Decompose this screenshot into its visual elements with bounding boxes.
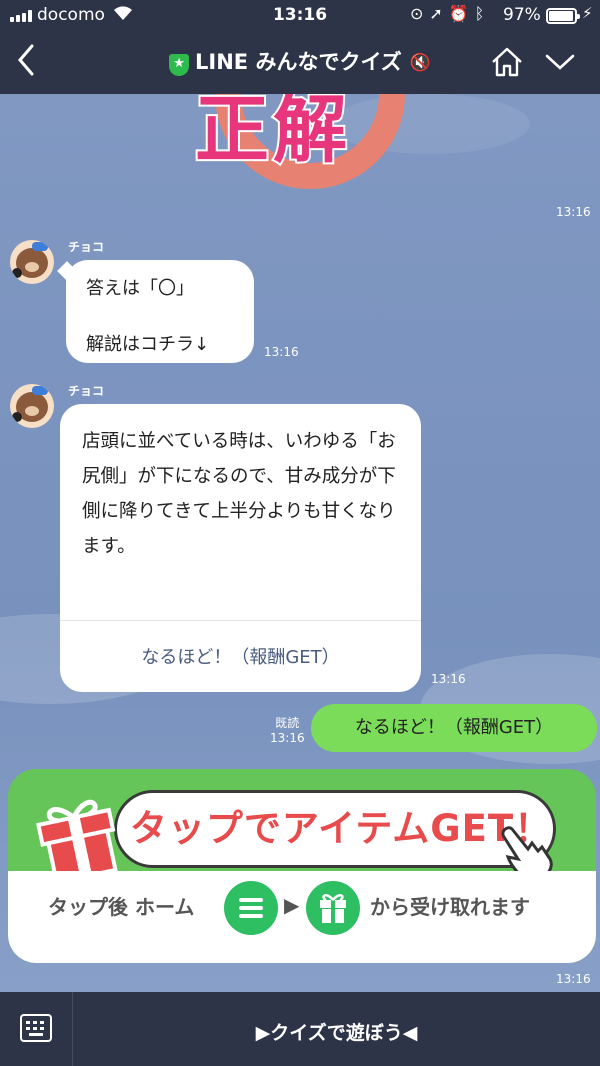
message-line: 答えは「〇」 [86,278,194,299]
play-quiz-button[interactable]: ▶クイズで遊ぼう◀ [73,1018,600,1045]
chat-area[interactable]: 正解 13:16 チョコ 答えは「〇」 解説はコチラ↓ 13:16 チョコ 店頭… [0,94,600,992]
mute-icon: 🔇 [409,53,431,73]
battery-percent: 97% [503,5,541,25]
home-button[interactable] [490,46,524,78]
menu-icon [224,881,278,935]
stamp-timestamp: 13:16 [556,205,591,219]
arrow-icon: ▶ [284,893,300,917]
chat-header: ★ LINE みんなでクイズ 🔇 [0,30,600,94]
banner-instructions: タップ後 ホーム ▶ から受け取れます [8,871,596,963]
chat-title-text: LINE みんなでクイズ [195,50,402,74]
status-icons: ⊙➚⏰ᛒ [410,4,490,23]
keyboard-toggle-button[interactable] [0,992,73,1066]
explanation-text: 店頭に並べている時は、いわゆる「お尻側」が下になるので、甘み成分が下側に降りてき… [82,431,396,557]
alarm-icon: ⏰ [448,4,475,23]
gift-box-icon [306,881,360,935]
message-timestamp: 13:16 [270,731,305,745]
top-bar: docomo 13:16 ⊙➚⏰ᛒ 97% ⚡ ★ LINE みんなでクイズ 🔇 [0,0,600,94]
sender-name: チョコ [68,240,105,254]
message-line: 解説はコチラ↓ [86,334,210,355]
instruction-right: から受け取れます [370,895,530,919]
gift-icon [36,799,118,883]
cta-text: タップでアイテムGET！ [129,807,553,850]
instruction-left: タップ後 ホーム [48,895,195,919]
message-bubble[interactable]: 答えは「〇」 解説はコチラ↓ [66,260,254,363]
battery-icon [546,8,580,24]
result-stamp: 正解 [193,94,351,175]
bluetooth-icon: ᛒ [474,4,491,23]
chevron-down-button[interactable] [544,52,576,72]
official-shield-icon: ★ [169,54,190,76]
message-timestamp: 13:16 [264,345,299,359]
read-receipt: 既読 13:16 [270,716,305,746]
charging-icon: ⚡ [582,4,593,22]
location-icon: ➚ [429,4,449,23]
read-label: 既読 [275,716,300,730]
message-timestamp: 13:16 [431,672,466,686]
status-bar: docomo 13:16 ⊙➚⏰ᛒ 97% ⚡ [0,0,600,30]
explanation-bubble: 店頭に並べている時は、いわゆる「お尻側」が下になるので、甘み成分が下側に降りてき… [60,404,421,692]
avatar[interactable] [10,240,54,284]
get-item-banner[interactable]: タップでアイテムGET！ タップ後 ホーム ▶ から受け取れます [8,769,596,963]
cta-pill[interactable]: タップでアイテムGET！ [114,790,556,868]
banner-timestamp: 13:16 [556,972,591,986]
sender-name: チョコ [68,384,105,398]
keyboard-icon [20,1014,52,1042]
avatar[interactable] [10,384,54,428]
bottom-menu-bar: ▶クイズで遊ぼう◀ [0,992,600,1066]
own-message-bubble[interactable]: なるほど！（報酬GET） [311,704,597,752]
got-it-reward-button[interactable]: なるほど！（報酬GET） [60,621,421,669]
lock-rotation-icon: ⊙ [410,4,430,23]
